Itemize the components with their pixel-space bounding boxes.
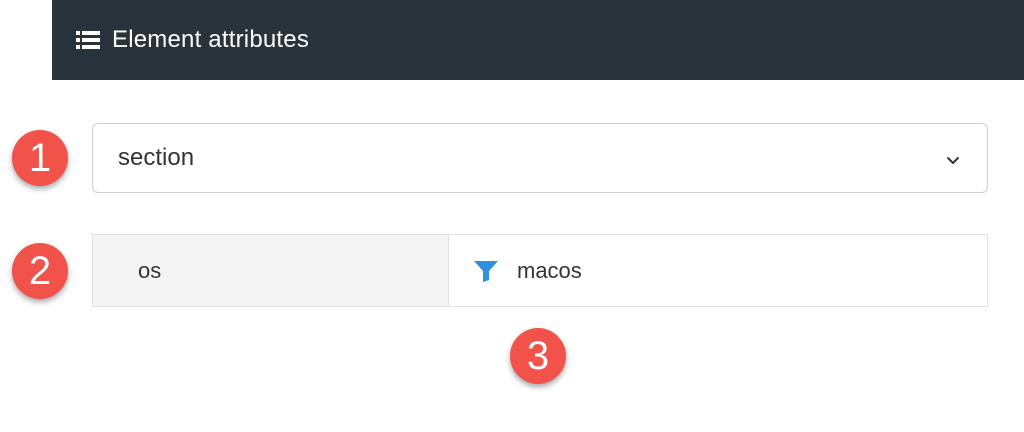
step-marker-2: 2 (12, 243, 68, 299)
panel-header: Element attributes (52, 0, 1024, 80)
filter-icon[interactable] (473, 259, 499, 283)
attribute-value-cell[interactable]: macos (449, 235, 987, 306)
attribute-key-cell: os (93, 235, 449, 306)
list-icon (76, 29, 100, 51)
step-marker-3: 3 (510, 328, 566, 384)
panel-title: Element attributes (112, 26, 310, 53)
attribute-key: os (138, 257, 162, 283)
element-select-value: section (118, 144, 195, 171)
attribute-value: macos (517, 257, 582, 283)
element-select[interactable]: section (92, 123, 988, 193)
attribute-row: os macos (92, 234, 988, 307)
chevron-down-icon (945, 153, 961, 164)
step-marker-1: 1 (12, 130, 68, 186)
page: Element attributes 1 2 3 section os maco… (0, 0, 1024, 432)
